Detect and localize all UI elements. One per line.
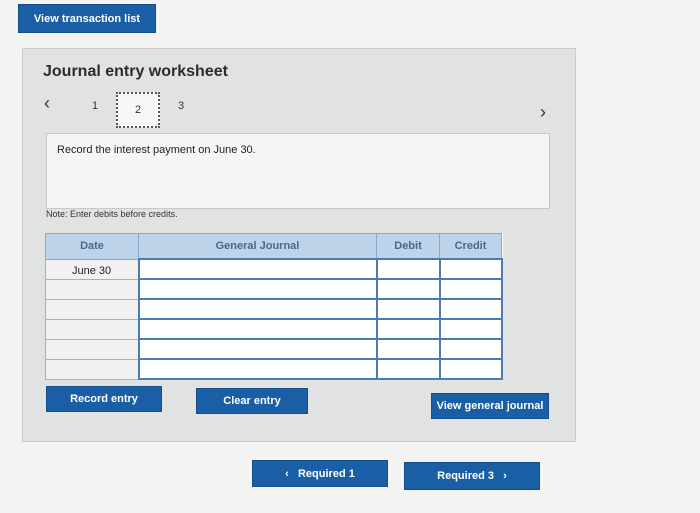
table-row <box>45 278 503 300</box>
instruction-text: Record the interest payment on June 30. <box>57 144 256 156</box>
view-general-journal-button[interactable]: View general journal <box>431 393 549 419</box>
account-input[interactable] <box>137 358 378 380</box>
date-cell <box>45 298 139 320</box>
view-transaction-list-button[interactable]: View transaction list <box>18 4 156 33</box>
credit-header: Credit <box>439 233 502 260</box>
debit-input[interactable] <box>375 298 441 320</box>
required-1-button[interactable]: ‹ Required 1 <box>252 460 388 487</box>
table-row <box>45 298 503 320</box>
table-row <box>45 358 503 380</box>
account-input[interactable] <box>137 318 378 340</box>
account-input[interactable] <box>137 278 378 300</box>
credit-input[interactable] <box>438 278 503 300</box>
date-cell <box>45 318 139 340</box>
clear-entry-button[interactable]: Clear entry <box>196 388 308 414</box>
general-journal-header: General Journal <box>138 233 377 260</box>
next-arrow-icon[interactable]: › <box>540 102 546 123</box>
debit-header: Debit <box>376 233 440 260</box>
credit-input[interactable] <box>438 258 503 280</box>
table-row: June 30 <box>45 258 503 280</box>
step-2-tab-current[interactable]: 2 <box>116 92 160 128</box>
debit-input[interactable] <box>375 358 441 380</box>
credit-input[interactable] <box>438 318 503 340</box>
account-input[interactable] <box>137 258 378 280</box>
table-row <box>45 338 503 360</box>
required-3-button[interactable]: Required 3 › <box>404 462 540 490</box>
table-row <box>45 318 503 340</box>
record-entry-button[interactable]: Record entry <box>46 386 162 412</box>
date-cell <box>45 338 139 360</box>
journal-table: Date General Journal Debit Credit June 3… <box>45 233 503 380</box>
debit-input[interactable] <box>375 278 441 300</box>
account-input[interactable] <box>137 338 378 360</box>
account-input[interactable] <box>137 298 378 320</box>
date-cell <box>45 278 139 300</box>
debit-input[interactable] <box>375 258 441 280</box>
date-cell <box>45 358 139 380</box>
credit-input[interactable] <box>438 358 503 380</box>
credit-input[interactable] <box>438 338 503 360</box>
date-header: Date <box>45 233 139 260</box>
step-3-tab[interactable]: 3 <box>178 100 184 112</box>
date-cell: June 30 <box>45 258 139 280</box>
instruction-box: Record the interest payment on June 30. <box>46 133 550 209</box>
note-text: Note: Enter debits before credits. <box>46 209 178 219</box>
debit-input[interactable] <box>375 318 441 340</box>
worksheet-title: Journal entry worksheet <box>43 63 228 80</box>
debit-input[interactable] <box>375 338 441 360</box>
previous-arrow-icon[interactable]: ‹ <box>44 93 50 114</box>
credit-input[interactable] <box>438 298 503 320</box>
step-1-tab[interactable]: 1 <box>92 100 98 112</box>
